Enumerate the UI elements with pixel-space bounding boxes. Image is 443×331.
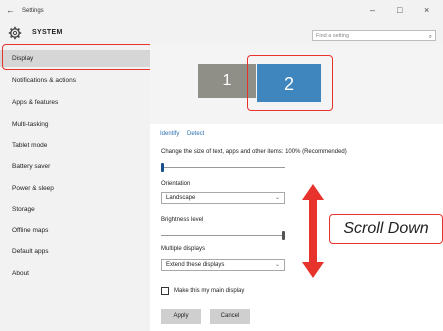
multiple-displays-dropdown[interactable]: Extend these displays ⌄ <box>161 259 285 271</box>
scale-slider-track[interactable] <box>161 167 285 168</box>
gear-icon <box>8 26 22 40</box>
orientation-dropdown[interactable]: Landscape ⌄ <box>161 192 285 204</box>
chevron-down-icon: ⌄ <box>274 195 280 201</box>
multiple-displays-label: Multiple displays <box>161 246 206 252</box>
scroll-up-down-arrow-icon <box>302 184 324 278</box>
identify-detect-links: Identify Detect <box>160 131 210 137</box>
search-icon: ⌕ <box>428 34 432 40</box>
minimize-button[interactable]: – <box>370 5 375 15</box>
orientation-label: Orientation <box>161 181 191 187</box>
main-display-label: Make this my main display <box>174 288 245 294</box>
sidebar-item-offline-maps[interactable]: Offline maps <box>0 222 150 239</box>
close-button[interactable]: × <box>424 5 429 15</box>
section-title: SYSTEM <box>32 29 63 36</box>
multiple-displays-value: Extend these displays <box>166 262 225 268</box>
orientation-value: Landscape <box>166 195 196 201</box>
scale-label: Change the size of text, apps and other … <box>161 149 347 155</box>
sidebar-item-about[interactable]: About <box>0 265 150 282</box>
window-title-bar: ← Settings – □ × <box>0 0 443 23</box>
display-highlight-box <box>2 44 153 70</box>
sidebar-item-battery-saver[interactable]: Battery saver <box>0 158 150 175</box>
brightness-slider-thumb[interactable] <box>282 231 285 240</box>
brightness-slider-track[interactable] <box>161 235 285 236</box>
window-title: Settings <box>22 8 44 14</box>
sidebar: Display Notifications & actions Apps & f… <box>0 44 150 331</box>
scroll-down-callout: Scroll Down <box>329 214 443 244</box>
sidebar-item-apps[interactable]: Apps & features <box>0 94 150 111</box>
sidebar-item-storage[interactable]: Storage <box>0 201 150 218</box>
search-input[interactable]: Find a setting ⌕ <box>312 30 436 41</box>
maximize-button[interactable]: □ <box>397 5 402 15</box>
sidebar-item-default-apps[interactable]: Default apps <box>0 243 150 260</box>
back-arrow-icon[interactable]: ← <box>6 6 15 15</box>
sidebar-item-notifications[interactable]: Notifications & actions <box>0 72 150 89</box>
sidebar-item-multitasking[interactable]: Multi-tasking <box>0 116 150 133</box>
scale-slider-thumb[interactable] <box>161 163 164 172</box>
detect-link[interactable]: Detect <box>187 131 204 137</box>
chevron-down-icon: ⌄ <box>274 262 280 268</box>
search-placeholder: Find a setting <box>316 33 350 39</box>
sidebar-item-tablet-mode[interactable]: Tablet mode <box>0 137 150 154</box>
sidebar-item-power-sleep[interactable]: Power & sleep <box>0 180 150 197</box>
monitor-2-highlight-box <box>247 55 333 111</box>
apply-button[interactable]: Apply <box>161 309 201 324</box>
brightness-label: Brightness level <box>161 217 204 223</box>
identify-link[interactable]: Identify <box>160 131 179 137</box>
cancel-button[interactable]: Cancel <box>210 309 250 324</box>
main-display-checkbox[interactable] <box>161 287 169 295</box>
